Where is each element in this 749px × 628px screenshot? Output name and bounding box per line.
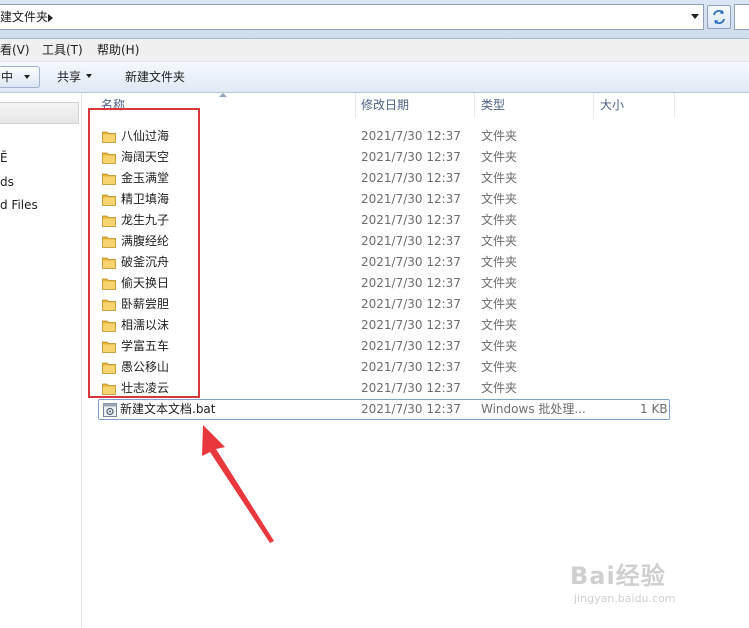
file-date: 2021/7/30 12:37 [361, 276, 461, 290]
column-separator[interactable] [674, 93, 675, 118]
file-date: 2021/7/30 12:37 [361, 339, 461, 353]
file-type: 文件夹 [481, 171, 518, 185]
command-bar: 中 共享 新建文件夹 [0, 62, 749, 93]
file-date: 2021/7/30 12:37 [361, 360, 461, 374]
file-date: 2021/7/30 12:37 [361, 318, 461, 332]
menu-help[interactable]: 帮助(H) [97, 42, 139, 58]
file-type: 文件夹 [481, 276, 518, 290]
file-type: 文件夹 [481, 234, 518, 248]
new-folder-button[interactable]: 新建文件夹 [125, 69, 185, 85]
organize-label: 中 [1, 70, 14, 84]
file-date: 2021/7/30 12:37 [361, 192, 461, 206]
batch-file-icon [103, 403, 117, 417]
chevron-down-icon[interactable] [86, 74, 92, 78]
navigation-pane: Ē ds d Files [0, 93, 82, 628]
file-date: 2021/7/30 12:37 [361, 171, 461, 185]
breadcrumb-current-folder[interactable]: 建文件夹 [0, 10, 48, 24]
file-row-selected[interactable]: 新建文本文档.bat 2021/7/30 12:37 Windows 批处理..… [98, 399, 670, 420]
file-date: 2021/7/30 12:37 [361, 129, 461, 143]
annotation-highlight-box [88, 108, 200, 398]
share-button[interactable]: 共享 [57, 69, 81, 85]
file-type: 文件夹 [481, 318, 518, 332]
file-type: 文件夹 [481, 192, 518, 206]
file-date: 2021/7/30 12:37 [361, 234, 461, 248]
breadcrumb-arrow-icon[interactable] [48, 14, 53, 22]
file-type: 文件夹 [481, 360, 518, 374]
organize-button[interactable]: 中 [0, 66, 40, 88]
file-type: 文件夹 [481, 255, 518, 269]
column-separator[interactable] [593, 93, 594, 118]
file-size: 1 KB [640, 402, 668, 416]
watermark-url: jingyan.baidu.com [574, 592, 676, 605]
annotation-arrow-icon [202, 425, 274, 543]
file-date: 2021/7/30 12:37 [361, 255, 461, 269]
sort-ascending-icon [219, 93, 227, 97]
address-bar[interactable]: 建文件夹 [0, 4, 704, 30]
menu-tools[interactable]: 工具(T) [42, 42, 83, 58]
file-type: 文件夹 [481, 381, 518, 395]
file-date: 2021/7/30 12:37 [361, 402, 461, 416]
file-type: Windows 批处理... [481, 402, 586, 416]
file-type: 文件夹 [481, 213, 518, 227]
file-type: 文件夹 [481, 150, 518, 164]
refresh-button[interactable] [707, 5, 731, 29]
file-type: 文件夹 [481, 297, 518, 311]
address-bar-area: 建文件夹 [0, 0, 749, 39]
watermark-logo: Bai经验 [570, 562, 666, 590]
column-separator[interactable] [355, 93, 356, 118]
address-dropdown-icon[interactable] [691, 14, 699, 19]
refresh-icon [713, 10, 725, 24]
file-date: 2021/7/30 12:37 [361, 213, 461, 227]
chevron-down-icon [24, 75, 30, 79]
menu-view[interactable]: 看(V) [0, 42, 30, 58]
nav-item[interactable]: Ē [0, 150, 8, 166]
nav-item-files[interactable]: d Files [0, 197, 38, 213]
file-date: 2021/7/30 12:37 [361, 150, 461, 164]
nav-item-downloads[interactable]: ds [0, 174, 14, 190]
search-input[interactable] [734, 4, 749, 30]
file-date: 2021/7/30 12:37 [361, 297, 461, 311]
column-header-date[interactable]: 修改日期 [361, 93, 409, 118]
file-type: 文件夹 [481, 339, 518, 353]
file-type: 文件夹 [481, 129, 518, 143]
menu-bar: 看(V) 工具(T) 帮助(H) [0, 39, 749, 62]
column-header-size[interactable]: 大小 [600, 93, 624, 118]
file-date: 2021/7/30 12:37 [361, 381, 461, 395]
column-header-type[interactable]: 类型 [481, 93, 505, 118]
column-separator[interactable] [474, 93, 475, 118]
nav-selected-item[interactable] [0, 102, 79, 124]
